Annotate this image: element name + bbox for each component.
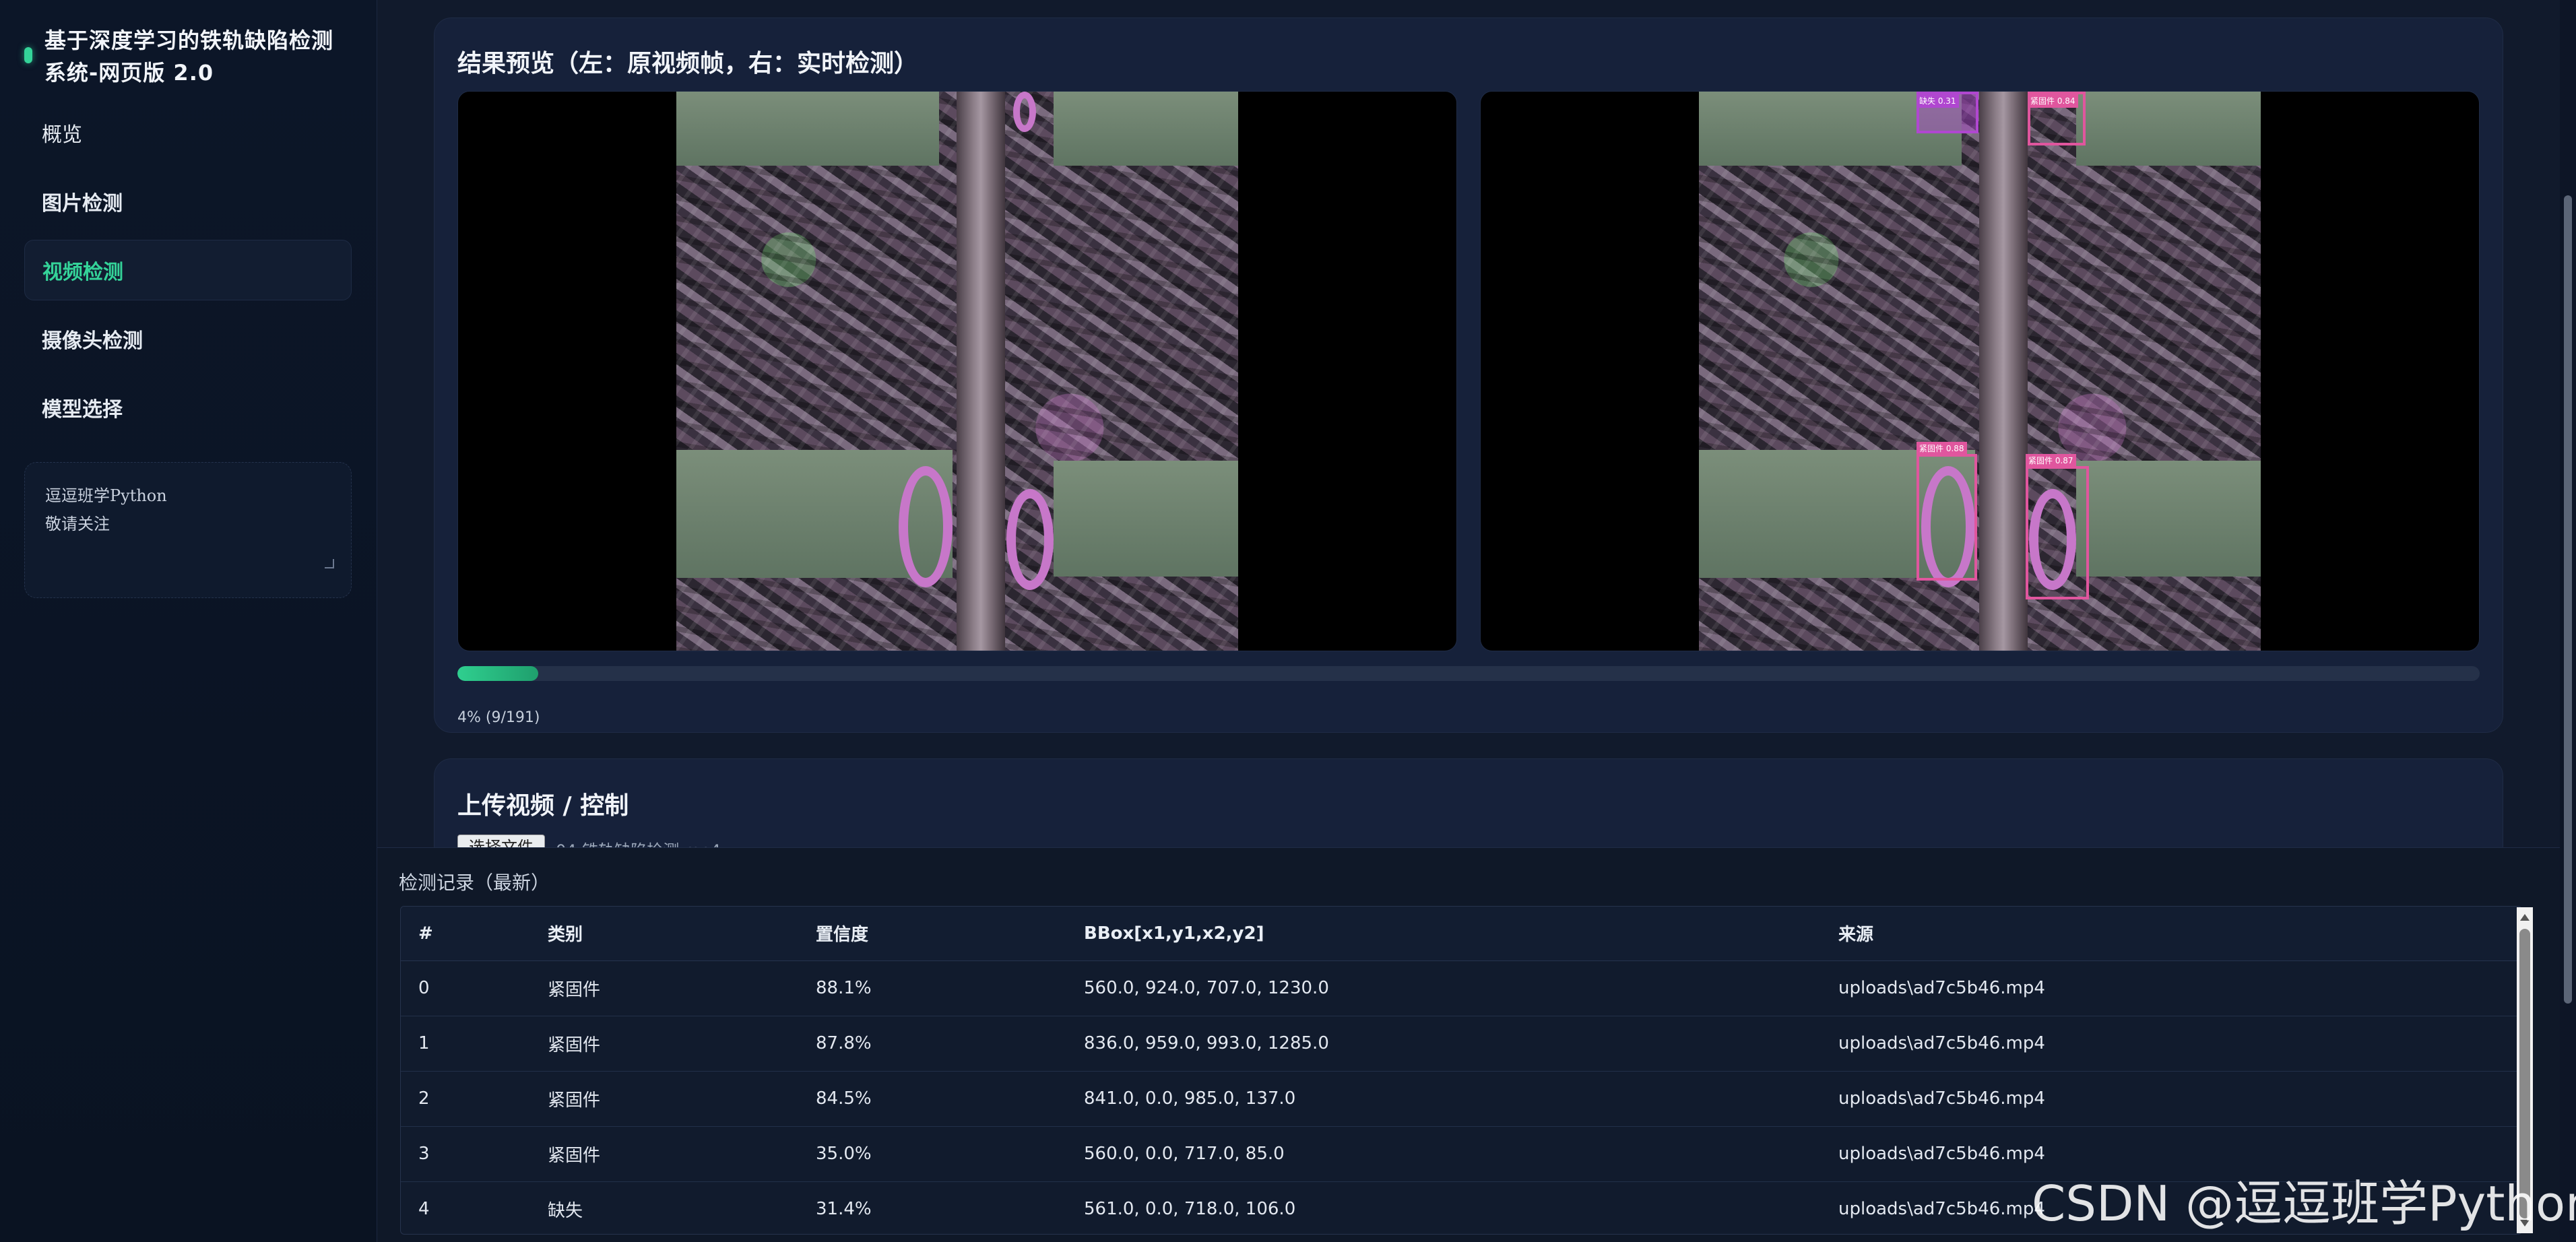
detection-frame-image: 紧固件 0.88 紧固件 0.87 紧固件 0.84 缺失 0.31 bbox=[1699, 92, 2261, 651]
cell-index: 3 bbox=[401, 1126, 530, 1182]
progress-fill bbox=[457, 666, 539, 681]
preview-title: 结果预览（左：原视频帧，右：实时检测） bbox=[457, 50, 919, 77]
cell-source: uploads\ad7c5b46.mp4 bbox=[1821, 960, 2521, 1016]
watermark: CSDN @逗逗班学Python bbox=[2032, 1175, 2576, 1232]
sidebar-item-model-selection[interactable]: 模型选择 bbox=[24, 377, 352, 438]
cell-source: uploads\ad7c5b46.mp4 bbox=[1821, 1016, 2521, 1072]
sidebar: 基于深度学习的铁轨缺陷检测系统-网页版 2.0 概览 图片检测 视频检测 摄像头… bbox=[0, 0, 377, 1242]
preview-card: 结果预览（左：原视频帧，右：实时检测） 紧固件 0.88 紧固件 0.87 紧固… bbox=[434, 18, 2503, 733]
detection-box: 紧固件 0.87 bbox=[2026, 454, 2089, 599]
table-row[interactable]: 0 紧固件 88.1% 560.0, 924.0, 707.0, 1230.0 … bbox=[401, 960, 2521, 1016]
scroll-up-icon[interactable] bbox=[2520, 914, 2530, 921]
table-row[interactable]: 2 紧固件 84.5% 841.0, 0.0, 985.0, 137.0 upl… bbox=[401, 1071, 2521, 1127]
cell-source: uploads\ad7c5b46.mp4 bbox=[1821, 1071, 2521, 1127]
cell-class: 紧固件 bbox=[530, 1016, 798, 1072]
column-header-index: # bbox=[401, 907, 530, 961]
detection-box-missing: 缺失 0.31 bbox=[1917, 92, 1978, 133]
cell-confidence: 84.5% bbox=[798, 1071, 1066, 1127]
page-scroll-thumb[interactable] bbox=[2564, 195, 2572, 1004]
upload-title: 上传视频 / 控制 bbox=[457, 792, 629, 820]
cell-class: 紧固件 bbox=[530, 1126, 798, 1182]
status-dot-icon bbox=[24, 47, 32, 63]
sidebar-item-overview[interactable]: 概览 bbox=[24, 102, 352, 163]
cell-bbox: 560.0, 0.0, 717.0, 85.0 bbox=[1066, 1126, 1821, 1182]
sidebar-item-camera-detection[interactable]: 摄像头检测 bbox=[24, 308, 352, 369]
cell-bbox: 841.0, 0.0, 985.0, 137.0 bbox=[1066, 1071, 1821, 1127]
cell-bbox: 560.0, 924.0, 707.0, 1230.0 bbox=[1066, 960, 1821, 1016]
cell-class: 紧固件 bbox=[530, 960, 798, 1016]
original-video[interactable] bbox=[457, 91, 1457, 651]
brand: 基于深度学习的铁轨缺陷检测系统-网页版 2.0 bbox=[24, 24, 348, 89]
sidebar-item-image-detection[interactable]: 图片检测 bbox=[24, 171, 352, 232]
cell-class: 紧固件 bbox=[530, 1071, 798, 1127]
log-title: 检测记录（最新） bbox=[399, 872, 550, 894]
cell-class: 缺失 bbox=[530, 1181, 798, 1234]
cell-confidence: 31.4% bbox=[798, 1181, 1066, 1234]
cell-index: 1 bbox=[401, 1016, 530, 1072]
table-row[interactable]: 1 紧固件 87.8% 836.0, 959.0, 993.0, 1285.0 … bbox=[401, 1016, 2521, 1072]
cell-bbox: 836.0, 959.0, 993.0, 1285.0 bbox=[1066, 1016, 1821, 1072]
progress-bar bbox=[457, 666, 2480, 681]
note-textarea[interactable] bbox=[24, 462, 352, 598]
cell-confidence: 88.1% bbox=[798, 960, 1066, 1016]
page-scrollbar[interactable] bbox=[2560, 0, 2576, 1242]
column-header-source: 来源 bbox=[1821, 907, 2521, 961]
resize-grip-icon[interactable] bbox=[325, 559, 334, 568]
cell-bbox: 561.0, 0.0, 718.0, 106.0 bbox=[1066, 1181, 1821, 1234]
detection-box: 紧固件 0.88 bbox=[1917, 442, 1977, 581]
column-header-confidence: 置信度 bbox=[798, 907, 1066, 961]
original-frame-image bbox=[676, 92, 1238, 651]
cell-index: 4 bbox=[401, 1181, 530, 1234]
table-header-row: # 类别 置信度 BBox[x1,y1,x2,y2] 来源 bbox=[401, 907, 2521, 961]
column-header-class: 类别 bbox=[530, 907, 798, 961]
column-header-bbox: BBox[x1,y1,x2,y2] bbox=[1066, 907, 1821, 961]
cell-index: 0 bbox=[401, 960, 530, 1016]
cell-confidence: 35.0% bbox=[798, 1126, 1066, 1182]
cell-index: 2 bbox=[401, 1071, 530, 1127]
sidebar-item-video-detection[interactable]: 视频检测 bbox=[24, 240, 352, 300]
progress-label: 4% (9/191) bbox=[457, 709, 540, 726]
detection-box: 紧固件 0.84 bbox=[2028, 92, 2086, 145]
detection-video[interactable]: 紧固件 0.88 紧固件 0.87 紧固件 0.84 缺失 0.31 bbox=[1480, 91, 2480, 651]
app-title: 基于深度学习的铁轨缺陷检测系统-网页版 2.0 bbox=[44, 28, 334, 86]
cell-confidence: 87.8% bbox=[798, 1016, 1066, 1072]
sidebar-nav: 概览 图片检测 视频检测 摄像头检测 模型选择 bbox=[24, 102, 352, 446]
